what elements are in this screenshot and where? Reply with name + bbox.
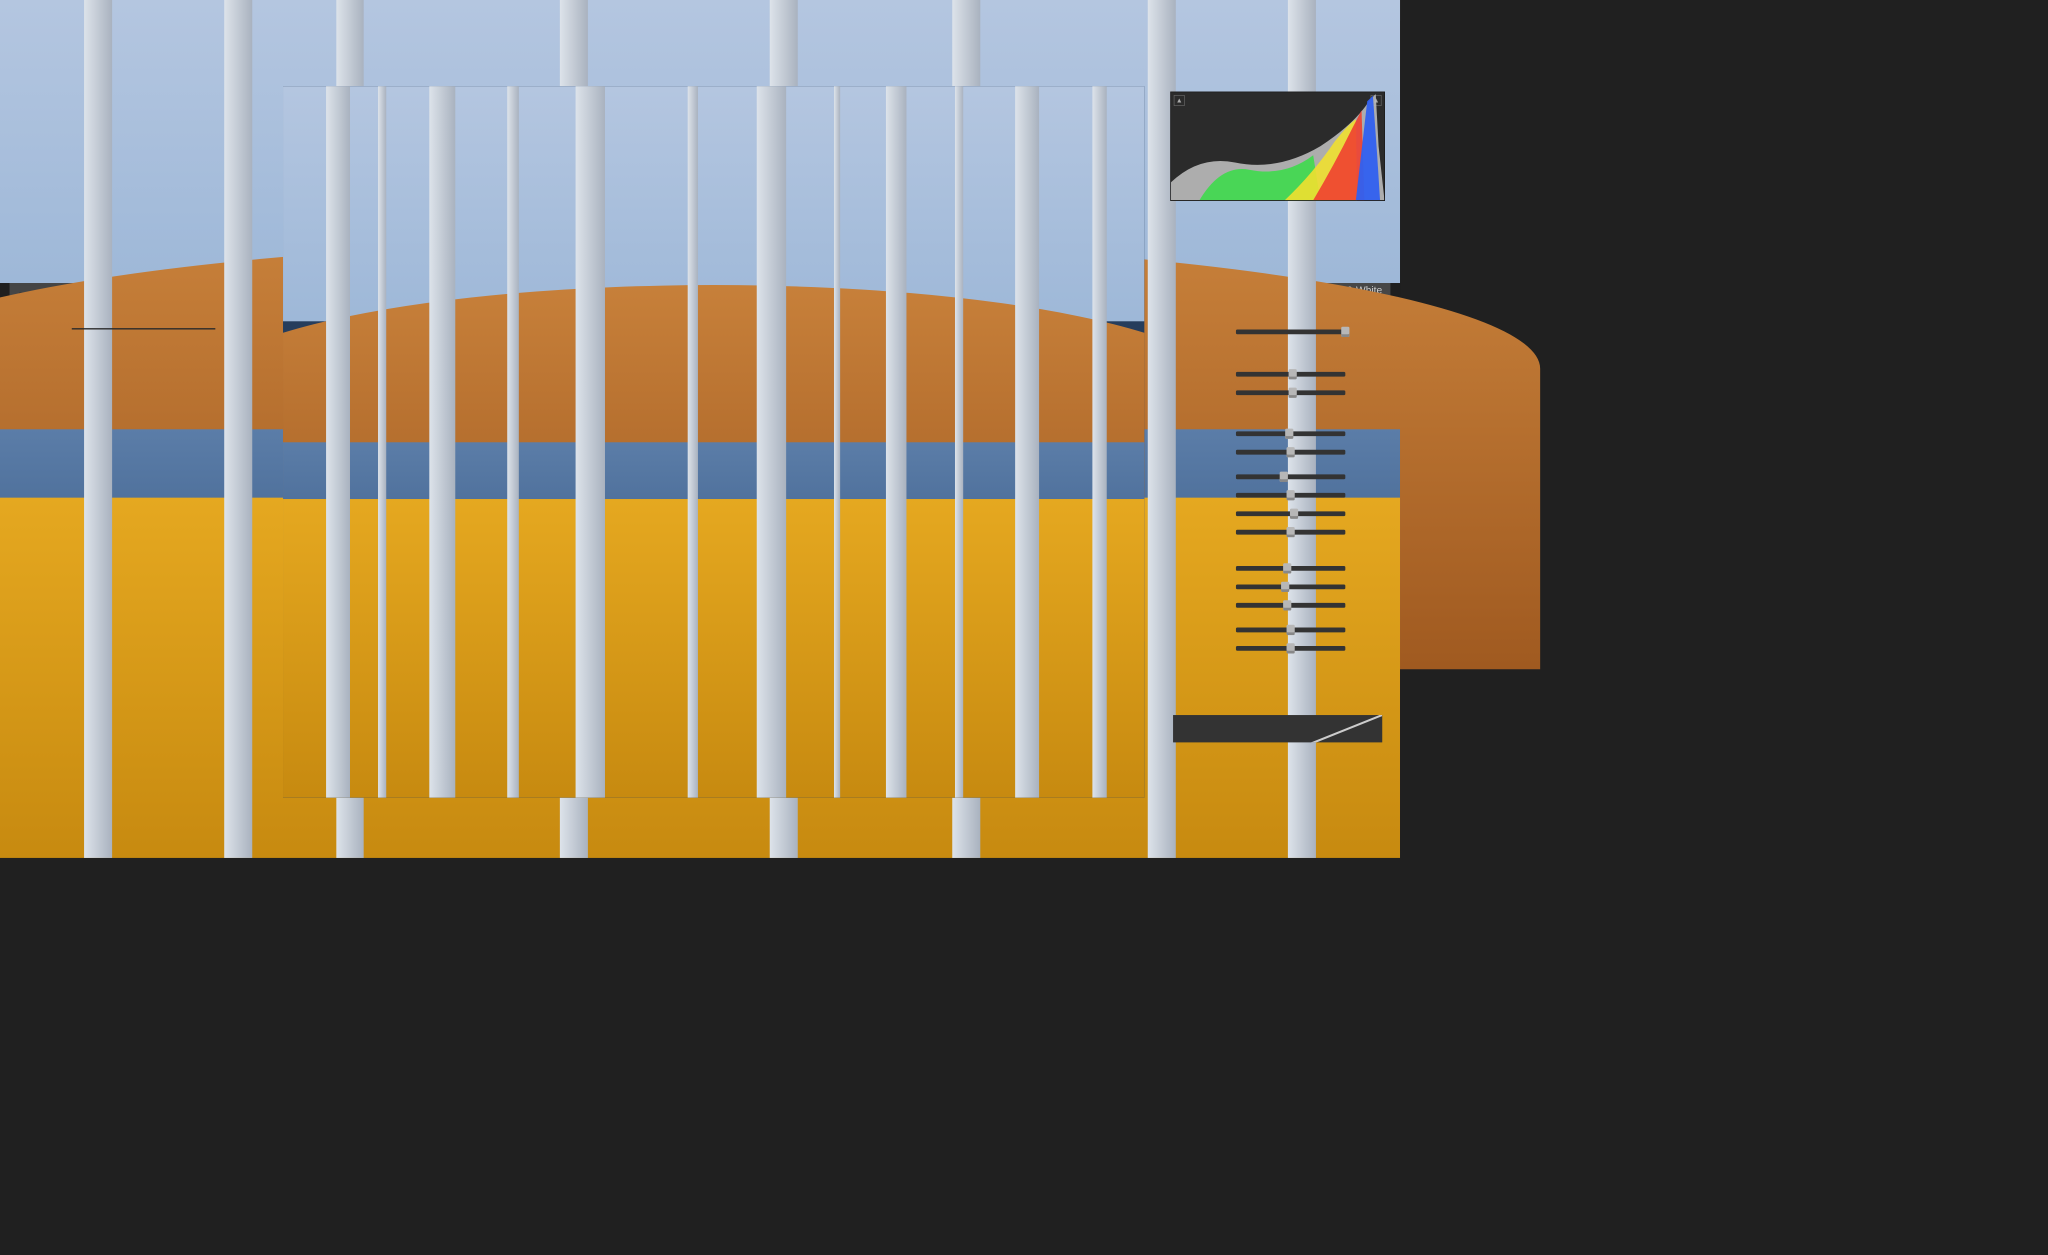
exposure-slider[interactable] bbox=[1236, 431, 1345, 436]
navigator-thumbnail[interactable] bbox=[23, 109, 249, 272]
shadows-slider[interactable] bbox=[1236, 493, 1345, 498]
histogram-graph[interactable]: ▲ ▲ bbox=[1170, 92, 1385, 201]
image-canvas-frame bbox=[271, 74, 1157, 810]
vibrance-slider[interactable] bbox=[1236, 627, 1345, 632]
blacks-slider[interactable] bbox=[1236, 529, 1345, 534]
left-panel: ▼ Navigator FIT ⌃ 100% 50% ⌃ Preset : bbox=[10, 66, 263, 851]
temp-slider[interactable] bbox=[1236, 372, 1345, 377]
tonecurve-graph[interactable] bbox=[1173, 715, 1382, 742]
profile-amount-slider[interactable] bbox=[1236, 329, 1345, 334]
image-canvas[interactable] bbox=[283, 86, 1144, 798]
preset-amount-slider[interactable] bbox=[72, 328, 216, 329]
contrast-slider[interactable] bbox=[1236, 449, 1345, 454]
saturation-slider[interactable] bbox=[1236, 646, 1345, 651]
texture-slider[interactable] bbox=[1236, 566, 1345, 571]
tint-slider[interactable] bbox=[1236, 390, 1345, 395]
whites-slider[interactable] bbox=[1236, 511, 1345, 516]
center-area: ▾ ▾ Soft Proofing ▾ bbox=[263, 66, 1165, 851]
highlights-slider[interactable] bbox=[1236, 474, 1345, 479]
clarity-slider[interactable] bbox=[1236, 584, 1345, 589]
dehaze-slider[interactable] bbox=[1236, 603, 1345, 608]
